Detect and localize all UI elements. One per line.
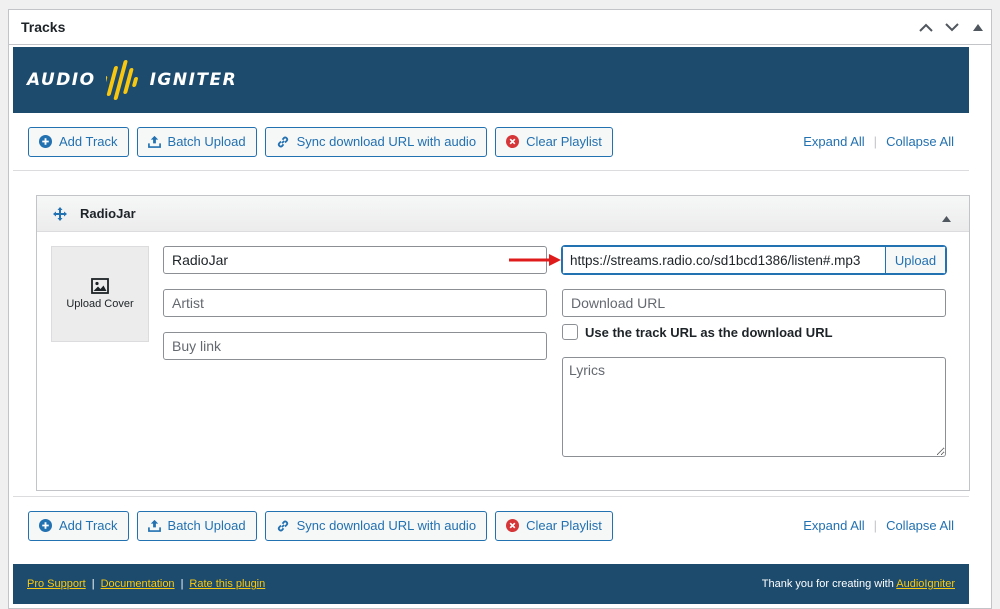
move-down-icon[interactable] [939,10,965,44]
use-track-url-checkbox[interactable] [562,324,578,340]
toolbar-bottom: Add Track Batch Upload Sync download URL… [13,496,969,554]
add-track-button-bottom[interactable]: Add Track [28,510,129,541]
clear-x-circle-icon [506,135,520,148]
add-track-label: Add Track [59,134,118,149]
track-url-input[interactable] [563,247,885,273]
sync-download-url-button-bottom[interactable]: Sync download URL with audio [264,510,488,541]
documentation-link[interactable]: Documentation [101,578,175,590]
clear-playlist-label: Clear Playlist [526,134,602,149]
image-icon [91,278,109,294]
link-separator: | [873,518,878,533]
batch-upload-label: Batch Upload [167,518,246,533]
track-header[interactable]: RadioJar [37,196,969,232]
track-collapse-triangle-icon[interactable] [942,210,951,225]
expand-all-link[interactable]: Expand All [803,134,864,149]
audioigniter-link[interactable]: AudioIgniter [896,578,955,590]
brand-text-audio: AUDIO [27,70,96,90]
red-arrow-pointer-icon [509,254,561,266]
upload-audio-button[interactable]: Upload [885,247,945,273]
footer-separator: | [91,578,95,590]
footer-thanks-text: Thank you for creating with [761,578,897,590]
audioigniter-brand-bar: AUDIO IGNITER [13,47,969,113]
clear-x-circle-icon [506,519,520,532]
add-track-label: Add Track [59,518,118,533]
artist-input[interactable] [163,289,547,317]
upload-icon [147,519,161,532]
batch-upload-label: Batch Upload [167,134,246,149]
pro-support-link[interactable]: Pro Support [27,578,86,590]
collapse-all-link-bottom[interactable]: Collapse All [886,518,954,533]
metabox-title: Tracks [21,19,66,35]
collapse-triangle-icon[interactable] [965,10,991,44]
soundwave-logo-icon [105,60,138,100]
rate-plugin-link[interactable]: Rate this plugin [189,578,265,590]
footer-thanks: Thank you for creating with AudioIgniter [762,578,955,590]
batch-upload-button[interactable]: Batch Upload [136,126,257,157]
batch-upload-button-bottom[interactable]: Batch Upload [136,510,257,541]
download-url-input[interactable] [562,289,946,317]
expand-collapse-links: Expand All | Collapse All [803,134,954,149]
use-track-url-label[interactable]: Use the track URL as the download URL [585,325,833,340]
move-drag-icon[interactable] [53,206,67,221]
plugin-footer-bar: Pro Support | Documentation | Rate this … [13,564,969,604]
expand-all-link-bottom[interactable]: Expand All [803,518,864,533]
clear-playlist-button[interactable]: Clear Playlist [495,126,613,157]
sync-download-url-label: Sync download URL with audio [296,518,477,533]
track-item: RadioJar Upload Cover Upload Use the tra… [36,195,970,491]
clear-playlist-button-bottom[interactable]: Clear Playlist [495,510,613,541]
track-title-input[interactable] [163,246,547,274]
link-separator: | [873,134,878,149]
metabox-header: Tracks [9,10,991,45]
upload-cover-label: Upload Cover [66,298,134,310]
buy-link-input[interactable] [163,332,547,360]
sync-download-url-button[interactable]: Sync download URL with audio [264,126,488,157]
lyrics-textarea[interactable] [562,357,946,457]
plus-circle-icon [39,519,52,532]
link-icon [276,135,290,149]
upload-icon [147,135,161,148]
expand-collapse-links-bottom: Expand All | Collapse All [803,518,954,533]
clear-playlist-label: Clear Playlist [526,518,602,533]
footer-separator: | [180,578,184,590]
collapse-all-link[interactable]: Collapse All [886,134,954,149]
upload-cover-button[interactable]: Upload Cover [51,246,149,342]
plus-circle-icon [39,135,52,148]
track-header-title: RadioJar [80,206,136,221]
toolbar-top: Add Track Batch Upload Sync download URL… [13,113,969,171]
metabox-controls [913,10,991,44]
link-icon [276,519,290,533]
brand-text-igniter: IGNITER [149,70,238,90]
use-track-url-row: Use the track URL as the download URL [562,324,833,340]
track-url-group: Upload [562,246,946,274]
sync-download-url-label: Sync download URL with audio [296,134,477,149]
move-up-icon[interactable] [913,10,939,44]
add-track-button[interactable]: Add Track [28,126,129,157]
